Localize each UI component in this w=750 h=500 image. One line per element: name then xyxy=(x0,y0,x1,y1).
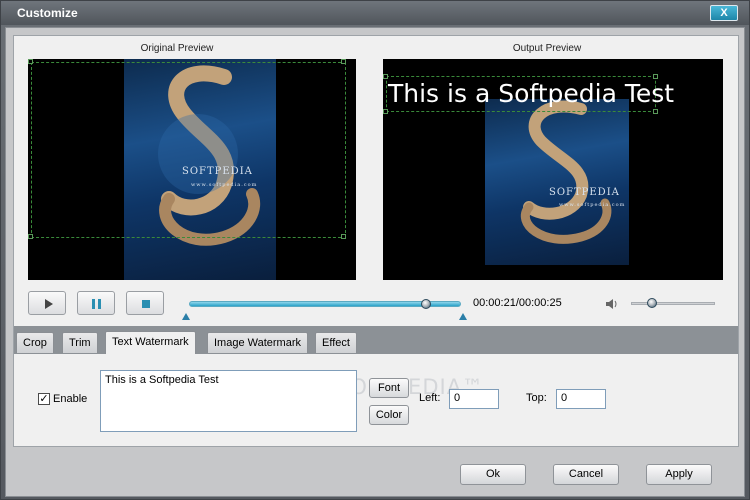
stop-icon xyxy=(142,300,150,308)
output-preview-label: Output Preview xyxy=(512,43,582,54)
customize-window: Customize X Original Preview Output Prev… xyxy=(0,0,750,500)
output-video-frame: SOFTPEDIA www.softpedia.com xyxy=(485,99,629,265)
stop-button[interactable] xyxy=(126,291,164,315)
left-input[interactable]: 0 xyxy=(449,389,499,409)
island-image-output xyxy=(520,100,612,244)
trim-start-marker[interactable] xyxy=(182,313,190,320)
watermark-text-input[interactable]: This is a Softpedia Test xyxy=(100,370,357,432)
tab-crop[interactable]: Crop xyxy=(16,332,54,353)
close-button[interactable]: X xyxy=(710,5,738,21)
top-input[interactable]: 0 xyxy=(556,389,606,409)
tab-trim[interactable]: Trim xyxy=(62,332,98,353)
play-icon xyxy=(45,299,53,309)
apply-button[interactable]: Apply xyxy=(646,464,712,485)
original-preview-screen[interactable]: SOFTPEDIA www.softpedia.com xyxy=(28,59,356,280)
tab-text-watermark[interactable]: Text Watermark xyxy=(105,331,196,354)
play-button[interactable] xyxy=(28,291,66,315)
volume-icon[interactable] xyxy=(604,297,620,311)
enable-checkbox[interactable]: ✓ xyxy=(38,393,50,405)
softpedia-logo-output: SOFTPEDIA xyxy=(549,187,620,198)
enable-label: Enable xyxy=(53,393,88,405)
watermark-text-preview: This is a Softpedia Test xyxy=(388,79,675,108)
trim-end-marker[interactable] xyxy=(459,313,467,320)
top-label: Top: xyxy=(526,392,547,404)
volume-knob[interactable] xyxy=(647,298,657,308)
pause-icon xyxy=(92,299,101,309)
crop-region[interactable] xyxy=(31,62,346,238)
watermark-handle-bl[interactable] xyxy=(383,109,388,114)
crop-handle-bl[interactable] xyxy=(28,234,33,239)
window-title: Customize xyxy=(17,6,78,20)
tab-image-watermark[interactable]: Image Watermark xyxy=(207,332,309,353)
softpedia-url-output: www.softpedia.com xyxy=(559,202,626,208)
crop-handle-tr[interactable] xyxy=(341,59,346,64)
pause-button[interactable] xyxy=(77,291,115,315)
ok-button[interactable]: Ok xyxy=(460,464,526,485)
original-preview-label: Original Preview xyxy=(140,43,214,54)
time-readout: 00:00:21/00:00:25 xyxy=(473,297,562,309)
crop-handle-br[interactable] xyxy=(341,234,346,239)
color-button[interactable]: Color xyxy=(369,405,409,425)
tab-effect[interactable]: Effect xyxy=(315,332,357,353)
title-bar[interactable]: Customize X xyxy=(1,1,749,25)
timeline-knob[interactable] xyxy=(420,299,431,309)
left-label: Left: xyxy=(419,392,441,404)
output-preview-screen[interactable]: SOFTPEDIA www.softpedia.com This is a So… xyxy=(383,59,723,280)
cancel-button[interactable]: Cancel xyxy=(553,464,619,485)
watermark-handle-br[interactable] xyxy=(653,109,658,114)
volume-slider[interactable] xyxy=(631,302,715,305)
font-button[interactable]: Font xyxy=(369,378,409,398)
crop-handle-tl[interactable] xyxy=(28,59,33,64)
